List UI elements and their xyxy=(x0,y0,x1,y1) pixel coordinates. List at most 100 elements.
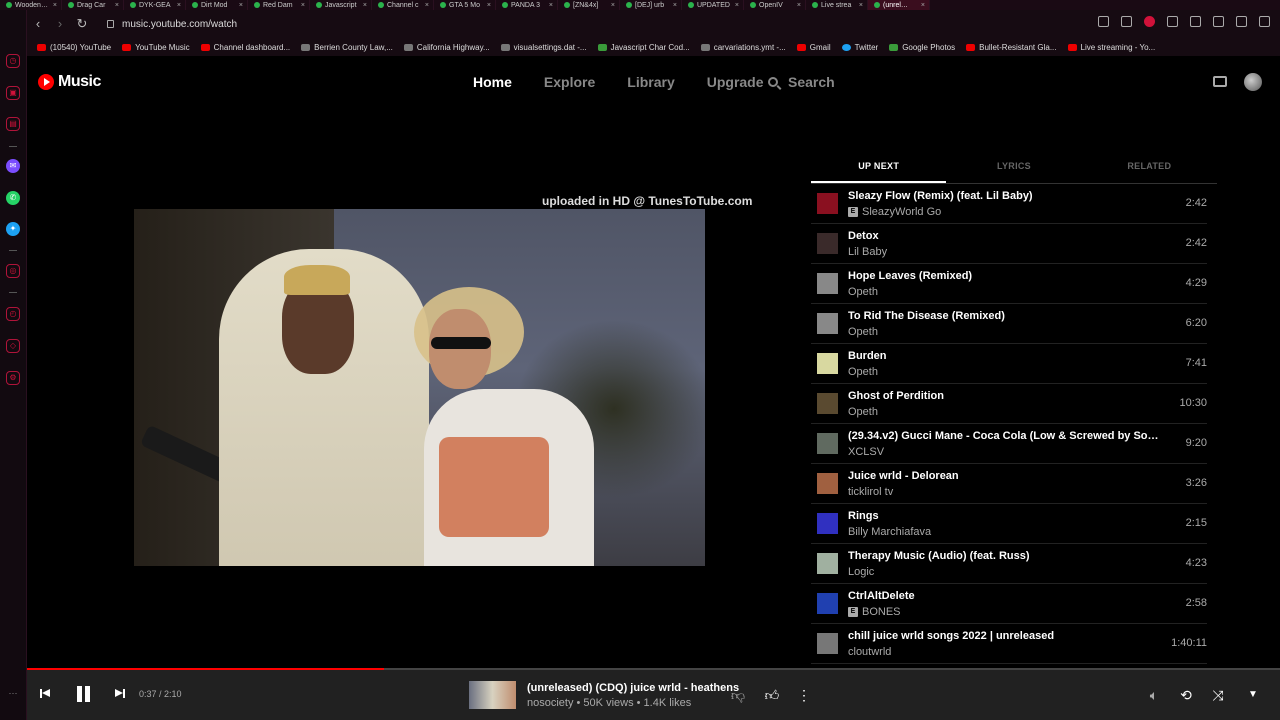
browser-tab[interactable]: Red Dam × xyxy=(248,0,310,10)
pause-button[interactable] xyxy=(76,686,92,704)
browser-tab[interactable]: Wooden… × xyxy=(0,0,62,10)
close-icon[interactable]: × xyxy=(797,2,801,9)
browser-tab[interactable]: Javascript × xyxy=(310,0,372,10)
camera-icon[interactable] xyxy=(1121,16,1132,27)
next-button[interactable] xyxy=(115,688,127,700)
bookmark-item[interactable]: Gmail xyxy=(796,43,831,52)
shopping-bag-icon[interactable]: ▣ xyxy=(6,86,20,100)
back-button[interactable]: ‹ xyxy=(27,13,49,35)
browser-tab[interactable]: Drag Car × xyxy=(62,0,124,10)
forward-button[interactable]: › xyxy=(49,13,71,35)
browser-tab[interactable]: Live strea × xyxy=(806,0,868,10)
browser-tab[interactable]: UPDATED × xyxy=(682,0,744,10)
close-icon[interactable]: × xyxy=(301,2,305,9)
settings-icon[interactable]: ⚙ xyxy=(6,371,20,385)
nav-upgrade[interactable]: Upgrade xyxy=(707,74,764,90)
queue-item[interactable]: Rings Billy Marchiafava 2:15 xyxy=(811,504,1207,544)
browser-tab[interactable]: [DEJ] urb × xyxy=(620,0,682,10)
now-playing-thumbnail[interactable] xyxy=(469,681,516,709)
bookmark-item[interactable]: Bullet-Resistant Gla... xyxy=(966,43,1057,52)
bookmark-item[interactable]: visualsettings.dat -... xyxy=(500,43,587,52)
bookmark-item[interactable]: YouTube Music xyxy=(122,43,190,52)
avatar[interactable] xyxy=(1244,73,1262,91)
close-icon[interactable]: × xyxy=(735,2,739,9)
bookmark-item[interactable]: Berrien County Law,... xyxy=(301,43,393,52)
now-playing-title[interactable]: (unreleased) (CDQ) juice wrld - heathens xyxy=(527,682,739,694)
close-icon[interactable]: × xyxy=(177,2,181,9)
nav-library[interactable]: Library xyxy=(627,74,674,90)
browser-tab[interactable]: [ZN&4x] × xyxy=(558,0,620,10)
browser-tab[interactable]: GTA 5 Mo × xyxy=(434,0,496,10)
close-icon[interactable]: × xyxy=(921,2,925,9)
browser-tab[interactable]: PANDA 3 × xyxy=(496,0,558,10)
twitch-icon[interactable]: ▤ xyxy=(6,117,20,131)
video-player[interactable] xyxy=(134,209,705,566)
queue-item[interactable]: Therapy Music (Audio) (feat. Russ) Logic 4… xyxy=(811,544,1207,584)
download-icon[interactable] xyxy=(1236,16,1247,27)
reload-button[interactable]: ↻ xyxy=(71,13,93,35)
queue-item[interactable]: Sleazy Flow (Remix) (feat. Lil Baby) E Sle… xyxy=(811,184,1207,224)
bookmark-item[interactable]: Twitter xyxy=(841,43,878,52)
close-icon[interactable]: × xyxy=(487,2,491,9)
search-button[interactable]: Search xyxy=(768,74,835,90)
queue-item[interactable]: Burden Opeth 7:41 xyxy=(811,344,1207,384)
like-button[interactable]: 👍︎ xyxy=(762,685,782,705)
close-icon[interactable]: × xyxy=(363,2,367,9)
close-icon[interactable]: × xyxy=(549,2,553,9)
bookmark-item[interactable]: California Highway... xyxy=(403,43,490,52)
history-icon[interactable]: ◷ xyxy=(6,54,20,68)
volume-button[interactable]: 🔈︎ xyxy=(1144,685,1164,705)
browser-tab[interactable]: DYK-GEA × xyxy=(124,0,186,10)
queue-item[interactable]: (29.34.v2) Gucci Mane - Coca Cola (Low &… xyxy=(811,424,1207,464)
close-icon[interactable]: × xyxy=(673,2,677,9)
close-icon[interactable]: × xyxy=(115,2,119,9)
close-icon[interactable]: × xyxy=(859,2,863,9)
menu-icon[interactable] xyxy=(1259,16,1270,27)
tab-related[interactable]: RELATED xyxy=(1082,152,1217,183)
browser-tab[interactable]: Dirt Mod × xyxy=(186,0,248,10)
queue-item[interactable]: chill juice wrld songs 2022 | unreleased… xyxy=(811,624,1207,664)
repeat-button[interactable]: ⟲ xyxy=(1176,685,1196,705)
queue-item[interactable]: CtrlAltDelete E BONES 2:58 xyxy=(811,584,1207,624)
queue-item[interactable]: Ghost of Perdition Opeth 10:30 xyxy=(811,384,1207,424)
expand-button[interactable]: ▼ xyxy=(1243,685,1263,705)
edit-icon[interactable] xyxy=(1098,16,1109,27)
shuffle-button[interactable]: ⤨ xyxy=(1208,685,1228,705)
close-icon[interactable]: × xyxy=(53,2,57,9)
shield-icon[interactable] xyxy=(1144,16,1155,27)
logo[interactable]: Music xyxy=(38,73,101,91)
tab-lyrics[interactable]: LYRICS xyxy=(946,152,1081,183)
url-field[interactable]: music.youtube.com/watch xyxy=(107,19,237,30)
bookmark-item[interactable]: Channel dashboard... xyxy=(200,43,290,52)
browser-tab[interactable]: Channel c × xyxy=(372,0,434,10)
close-icon[interactable]: × xyxy=(239,2,243,9)
cube-icon[interactable]: ◇ xyxy=(6,339,20,353)
bookmark-item[interactable]: (10540) YouTube xyxy=(37,43,111,52)
bookmark-item[interactable]: Javascript Char Cod... xyxy=(597,43,690,52)
bookmark-item[interactable]: Google Photos xyxy=(889,43,955,52)
clock-icon[interactable]: ◴ xyxy=(6,307,20,321)
queue-item[interactable]: To Rid The Disease (Remixed) Opeth 6:20 xyxy=(811,304,1207,344)
close-icon[interactable]: × xyxy=(611,2,615,9)
send-icon[interactable] xyxy=(1167,16,1178,27)
close-icon[interactable]: × xyxy=(425,2,429,9)
box-icon[interactable] xyxy=(1213,16,1224,27)
whatsapp-icon[interactable]: ✆ xyxy=(6,191,20,205)
bookmark-item[interactable]: carvariations.ymt -... xyxy=(700,43,786,52)
nav-explore[interactable]: Explore xyxy=(544,74,595,90)
heart-icon[interactable] xyxy=(1190,16,1201,27)
messenger-icon[interactable]: ✉ xyxy=(6,159,20,173)
bookmark-item[interactable]: Live streaming - Yo... xyxy=(1067,43,1155,52)
dislike-button[interactable]: 👎︎ xyxy=(728,685,748,705)
cast-icon[interactable] xyxy=(1213,76,1227,87)
browser-tab[interactable]: (unrel… × xyxy=(868,0,930,10)
previous-button[interactable] xyxy=(40,688,52,700)
browser-tab[interactable]: OpenIV × xyxy=(744,0,806,10)
more-options-button[interactable]: ⋮ xyxy=(794,685,814,705)
queue-item[interactable]: Juice wrld - Delorean ticklirol tv 3:26 xyxy=(811,464,1207,504)
music-player-icon[interactable]: ◎ xyxy=(6,264,20,278)
tab-up-next[interactable]: UP NEXT xyxy=(811,152,947,183)
twitter-icon[interactable]: ✦ xyxy=(6,222,20,236)
nav-home[interactable]: Home xyxy=(473,74,512,90)
more-icon[interactable]: ··· xyxy=(6,686,20,700)
